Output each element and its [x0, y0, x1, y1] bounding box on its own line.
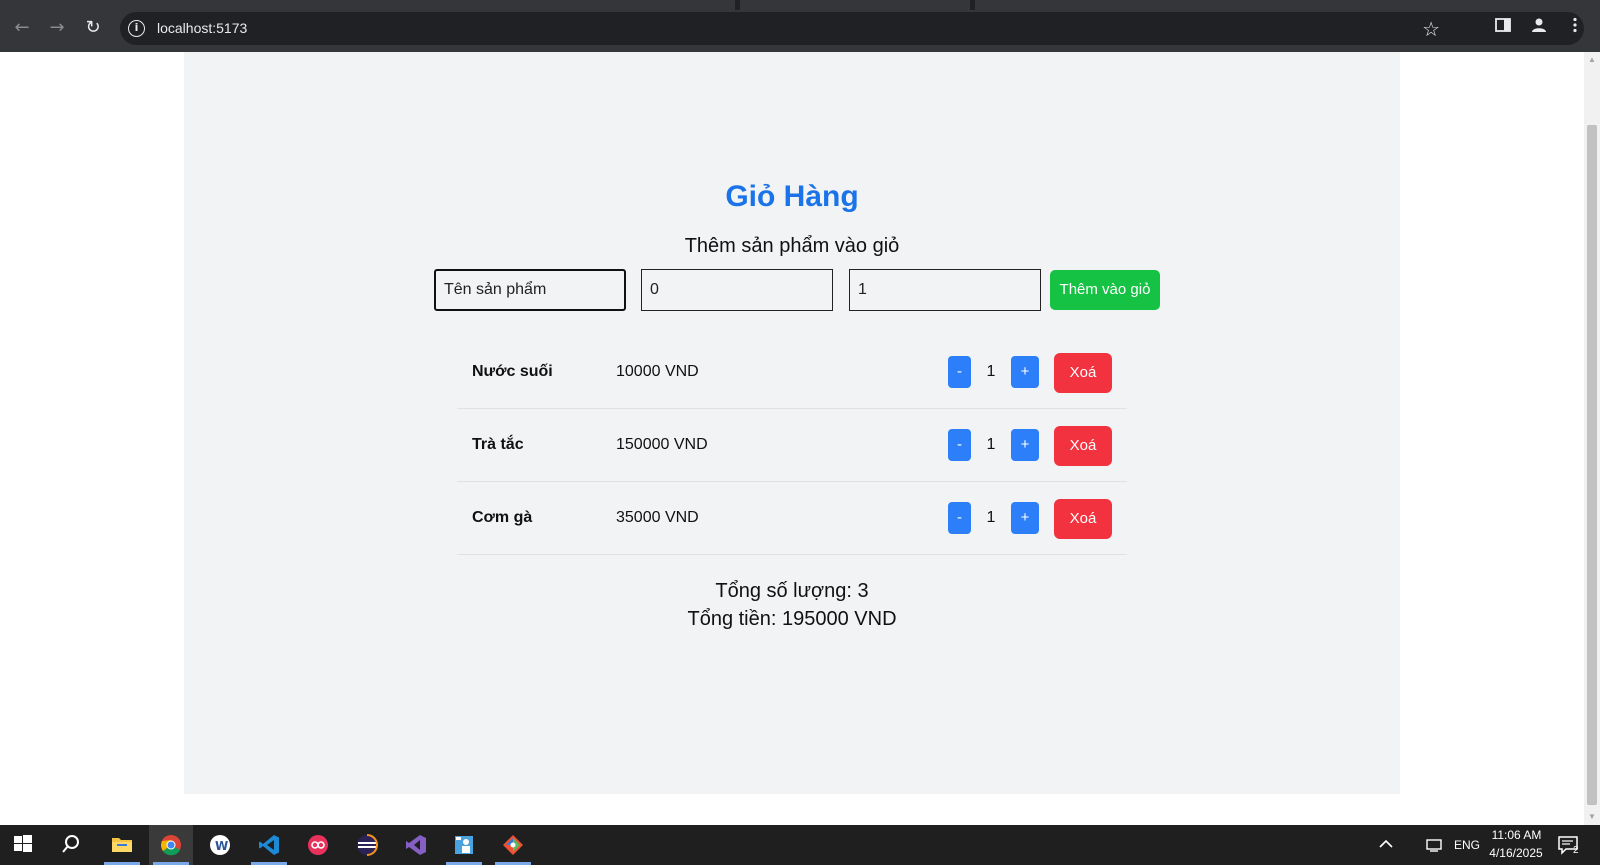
item-quantity: 1 [986, 509, 996, 526]
windows-start-icon[interactable] [2, 825, 46, 865]
side-panel-icon[interactable] [1494, 16, 1516, 38]
product-price-input[interactable] [641, 269, 833, 311]
menu-kebab-icon[interactable] [1566, 16, 1588, 38]
increment-button[interactable]: + [1011, 356, 1039, 388]
back-icon[interactable]: ← [11, 17, 33, 39]
svg-text:W: W [215, 839, 228, 853]
tab[interactable] [0, 0, 735, 10]
app-oo-icon[interactable] [296, 825, 340, 865]
product-quantity-input[interactable] [849, 269, 1041, 311]
user-app-icon[interactable] [442, 825, 486, 865]
item-price: 150000 VND [616, 436, 708, 453]
increment-button[interactable]: + [1011, 502, 1039, 534]
file-explorer-icon[interactable] [100, 825, 144, 865]
network-icon[interactable] [1426, 837, 1444, 856]
item-price: 35000 VND [616, 509, 699, 526]
reload-icon[interactable]: ↻ [82, 17, 104, 39]
address-bar[interactable]: i localhost:5173 ☆ [120, 12, 1584, 45]
show-hidden-icons-icon[interactable] [1378, 836, 1394, 855]
item-name: Nước suối [472, 363, 553, 380]
decrement-button[interactable]: - [948, 356, 971, 388]
language-indicator[interactable]: ENG [1454, 838, 1480, 852]
clock-date[interactable]: 4/16/2025 [1486, 846, 1546, 860]
decrement-button[interactable]: - [948, 502, 971, 534]
cart-item-row: Nước suối 10000 VND - 1 + Xoá [457, 336, 1127, 409]
forward-icon[interactable]: → [46, 17, 68, 39]
search-icon[interactable] [50, 825, 94, 865]
url-text[interactable]: localhost:5173 [157, 20, 247, 37]
site-info-icon[interactable]: i [128, 20, 145, 37]
increment-button[interactable]: + [1011, 429, 1039, 461]
cart-item-row: Cơm gà 35000 VND - 1 + Xoá [457, 482, 1127, 555]
item-quantity: 1 [986, 363, 996, 380]
page-scrollbar[interactable]: ▲ ▼ [1584, 52, 1600, 825]
bookmark-star-icon[interactable]: ☆ [1422, 17, 1440, 41]
cart-item-row: Trà tắc 150000 VND - 1 + Xoá [457, 409, 1127, 482]
decrement-button[interactable]: - [948, 429, 971, 461]
chrome-icon[interactable] [149, 825, 193, 865]
word-tool-icon[interactable]: W [198, 825, 242, 865]
git-tool-icon[interactable] [491, 825, 535, 865]
profile-icon[interactable] [1530, 16, 1552, 38]
notification-count: 2 [1573, 845, 1579, 856]
vscode-icon[interactable] [247, 825, 291, 865]
tab[interactable] [975, 0, 1600, 10]
item-quantity: 1 [986, 436, 996, 453]
total-quantity: Tổng số lượng: 3 [715, 580, 869, 602]
page-title: Giỏ Hàng [725, 180, 859, 213]
scrollbar-thumb[interactable] [1587, 125, 1597, 805]
add-to-cart-button[interactable]: Thêm vào giỏ [1050, 270, 1160, 310]
remove-item-button[interactable]: Xoá [1054, 353, 1112, 393]
tab-strip [0, 0, 1600, 10]
page-viewport: Giỏ Hàng Thêm sản phẩm vào giỏ Thêm vào … [0, 52, 1584, 825]
item-price: 10000 VND [616, 363, 699, 380]
visual-studio-icon[interactable] [394, 825, 438, 865]
browser-toolbar: ← → ↻ i localhost:5173 ☆ [0, 0, 1600, 52]
remove-item-button[interactable]: Xoá [1054, 426, 1112, 466]
windows-taskbar: W ENG 11:06 AM 4/16/2025 2 [0, 825, 1600, 865]
tab[interactable] [740, 0, 970, 10]
scroll-down-icon[interactable]: ▼ [1584, 809, 1600, 825]
clock-time[interactable]: 11:06 AM [1489, 828, 1544, 842]
add-product-heading: Thêm sản phẩm vào giỏ [684, 235, 900, 257]
item-name: Cơm gà [472, 509, 533, 526]
total-price: Tổng tiền: 195000 VND [687, 608, 897, 630]
eclipse-icon[interactable] [345, 825, 389, 865]
scroll-up-icon[interactable]: ▲ [1584, 52, 1600, 68]
product-name-input[interactable] [434, 269, 626, 311]
remove-item-button[interactable]: Xoá [1054, 499, 1112, 539]
item-name: Trà tắc [472, 436, 524, 453]
